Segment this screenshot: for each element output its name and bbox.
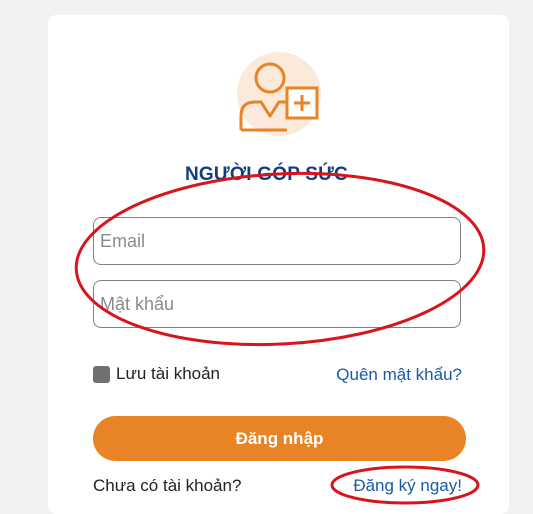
forgot-password-link[interactable]: Quên mật khẩu?: [336, 365, 462, 385]
page-title: NGƯỜI GÓP SỨC: [185, 164, 348, 185]
password-field[interactable]: [93, 280, 461, 328]
user-add-icon: [237, 52, 321, 136]
register-link[interactable]: Đăng ký ngay!: [353, 476, 462, 496]
remember-account-label: Lưu tài khoản: [116, 364, 221, 383]
no-account-text: Chưa có tài khoản?: [93, 476, 242, 495]
checkbox-icon[interactable]: [93, 365, 110, 383]
remember-account-checkbox[interactable]: Lưu tài khoản: [93, 364, 220, 384]
email-field[interactable]: [93, 217, 461, 265]
login-button[interactable]: Đăng nhập: [93, 416, 466, 461]
